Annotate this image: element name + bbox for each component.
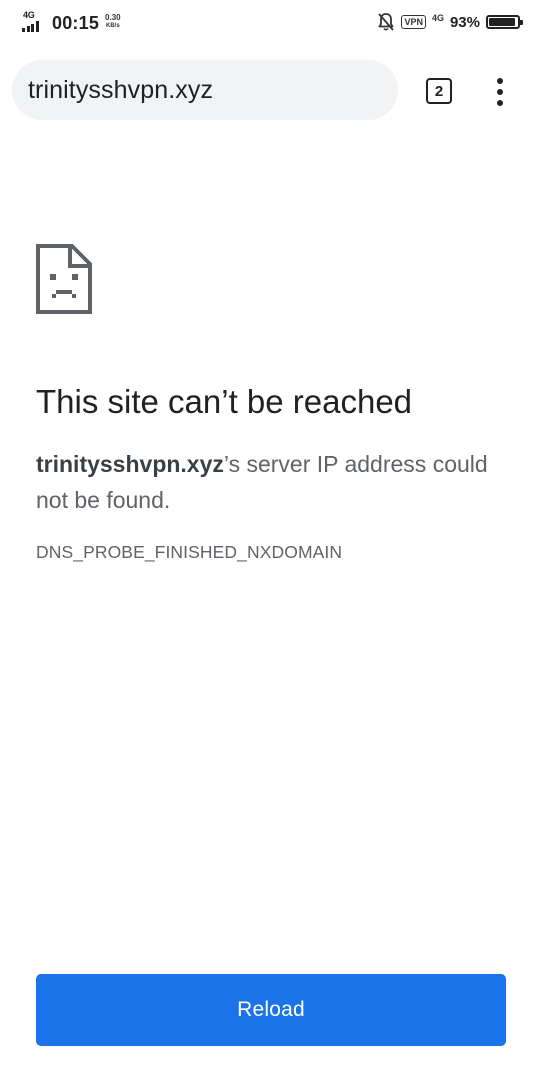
browser-toolbar: trinitysshvpn.xyz 2 [0,56,542,124]
status-right: VPN 4G 93% [377,12,523,32]
tab-count: 2 [434,82,444,100]
battery-percent: 93% [449,13,480,31]
battery-fill [489,18,515,26]
battery-icon [486,15,523,29]
network-type-left: 4G [23,10,35,20]
tab-switcher-icon[interactable]: 2 [426,78,452,104]
sad-page-icon [36,244,92,314]
more-vertical-icon[interactable] [488,76,512,108]
network-speed-value: 0.30 [105,13,121,22]
network-speed-unit: KB/s [106,23,120,29]
network-type-right: 4G [431,13,444,23]
clock: 00:15 [52,12,100,33]
signal-icon: 4G [22,10,46,34]
bell-off-icon [377,12,395,32]
network-speed: 0.30 KB/s [105,14,121,30]
error-host: trinitysshvpn.xyz [36,451,224,477]
error-code: DNS_PROBE_FINISHED_NXDOMAIN [36,542,343,562]
reload-button[interactable]: Reload [36,974,506,1046]
status-left: 4G 00:15 0.30 KB/s [22,10,121,34]
error-description: trinitysshvpn.xyz’s server IP address co… [36,446,516,518]
reload-button-label: Reload [237,998,305,1021]
address-bar-url[interactable]: trinitysshvpn.xyz [28,76,213,105]
vpn-badge: VPN [401,15,426,29]
error-title: This site can’t be reached [36,383,413,420]
address-bar[interactable]: trinitysshvpn.xyz [12,60,398,120]
status-bar: 4G 00:15 0.30 KB/s VPN 4G 93% [0,0,542,46]
